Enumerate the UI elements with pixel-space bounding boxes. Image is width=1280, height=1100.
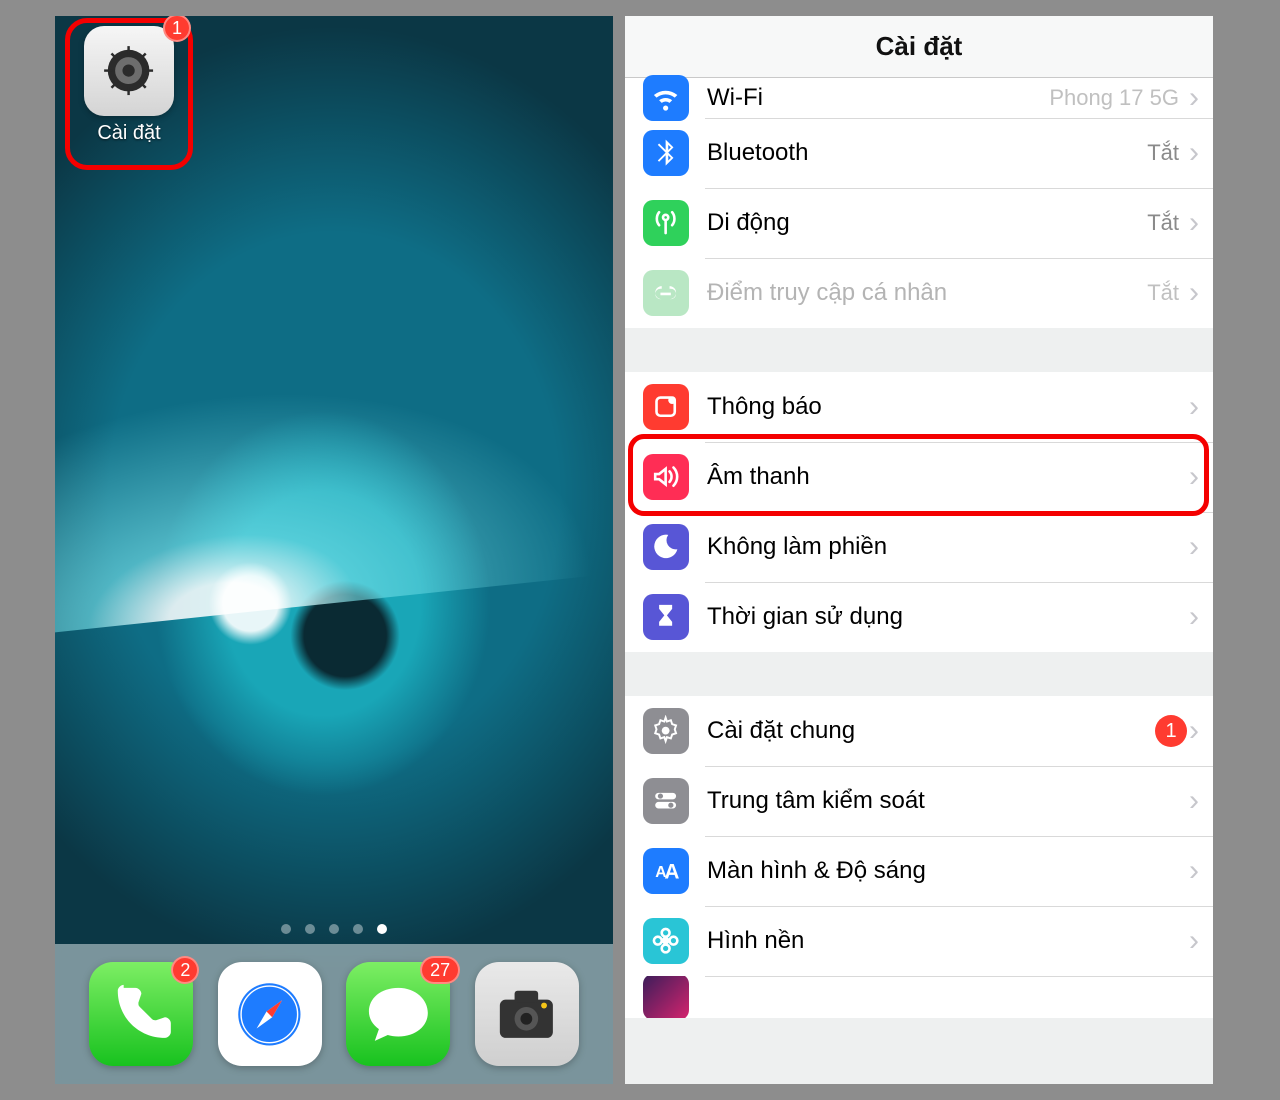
- dock: 2 27: [55, 944, 613, 1084]
- cellular-icon: [643, 200, 689, 246]
- row-sounds[interactable]: Âm thanh ›: [625, 442, 1213, 512]
- safari-icon: [218, 962, 322, 1066]
- flower-icon: [643, 918, 689, 964]
- row-wifi[interactable]: Wi-Fi Phong 17 5G ›: [625, 78, 1213, 118]
- dock-camera[interactable]: [475, 962, 579, 1066]
- chevron-right-icon: ›: [1187, 81, 1213, 115]
- row-label: Thông báo: [707, 393, 822, 421]
- bluetooth-icon: [643, 130, 689, 176]
- hotspot-icon: [643, 270, 689, 316]
- dock-phone[interactable]: 2: [89, 962, 193, 1066]
- group-network: Wi-Fi Phong 17 5G › Bluetooth Tắt › Di đ…: [625, 78, 1213, 328]
- chevron-right-icon: ›: [1187, 206, 1213, 240]
- homescreen-pane: Cài đặt 1 2 27: [55, 16, 625, 1084]
- row-label: Màn hình & Độ sáng: [707, 857, 926, 885]
- wifi-icon: [643, 75, 689, 121]
- settings-app-label: Cài đặt: [75, 122, 183, 145]
- row-wallpaper[interactable]: Hình nền ›: [625, 906, 1213, 976]
- row-value: Phong 17 5G: [1049, 85, 1187, 111]
- camera-icon: [475, 962, 579, 1066]
- row-dnd[interactable]: Không làm phiền ›: [625, 512, 1213, 582]
- row-display[interactable]: AA Màn hình & Độ sáng ›: [625, 836, 1213, 906]
- chevron-right-icon: ›: [1187, 460, 1213, 494]
- chevron-right-icon: ›: [1187, 854, 1213, 888]
- chevron-right-icon: ›: [1187, 924, 1213, 958]
- settings-pane: Cài đặt Wi-Fi Phong 17 5G › Bluetooth Tắ…: [625, 16, 1213, 1084]
- row-label: Hình nền: [707, 927, 804, 955]
- row-label: Wi-Fi: [707, 84, 763, 112]
- row-control-center[interactable]: Trung tâm kiểm soát ›: [625, 766, 1213, 836]
- settings-title: Cài đặt: [625, 16, 1213, 78]
- group-general: Cài đặt chung 1 › Trung tâm kiểm soát › …: [625, 696, 1213, 1018]
- chevron-right-icon: ›: [1187, 714, 1213, 748]
- row-label: Cài đặt chung: [707, 717, 855, 745]
- chevron-right-icon: ›: [1187, 276, 1213, 310]
- hourglass-icon: [643, 594, 689, 640]
- row-label: Âm thanh: [707, 463, 810, 491]
- chevron-right-icon: ›: [1187, 784, 1213, 818]
- chevron-right-icon: ›: [1187, 390, 1213, 424]
- chevron-right-icon: ›: [1187, 136, 1213, 170]
- row-value: Tắt: [1147, 210, 1187, 236]
- dock-safari[interactable]: [218, 962, 322, 1066]
- row-value: Tắt: [1147, 140, 1187, 166]
- row-label: Bluetooth: [707, 139, 808, 167]
- row-value: Tắt: [1147, 280, 1187, 306]
- row-label: Di động: [707, 209, 790, 237]
- page-indicator[interactable]: [55, 924, 613, 934]
- row-label: Điểm truy cập cá nhân: [707, 279, 947, 307]
- gear-icon: [643, 708, 689, 754]
- row-bluetooth[interactable]: Bluetooth Tắt ›: [625, 118, 1213, 188]
- chevron-right-icon: ›: [1187, 600, 1213, 634]
- display-icon: AA: [643, 848, 689, 894]
- row-label: Trung tâm kiểm soát: [707, 787, 925, 815]
- row-partial-bottom[interactable]: [625, 976, 1213, 1018]
- sounds-icon: [643, 454, 689, 500]
- row-general[interactable]: Cài đặt chung 1 ›: [625, 696, 1213, 766]
- row-cellular[interactable]: Di động Tắt ›: [625, 188, 1213, 258]
- toggles-icon: [643, 778, 689, 824]
- siri-icon: [643, 976, 689, 1018]
- row-label: Thời gian sử dụng: [707, 603, 903, 631]
- notifications-icon: [643, 384, 689, 430]
- chevron-right-icon: ›: [1187, 530, 1213, 564]
- settings-gear-icon: [84, 26, 174, 116]
- dock-messages[interactable]: 27: [346, 962, 450, 1066]
- phone-badge: 2: [171, 956, 199, 984]
- moon-icon: [643, 524, 689, 570]
- general-badge: 1: [1155, 715, 1187, 747]
- row-screentime[interactable]: Thời gian sử dụng ›: [625, 582, 1213, 652]
- messages-badge: 27: [420, 956, 460, 984]
- row-hotspot[interactable]: Điểm truy cập cá nhân Tắt ›: [625, 258, 1213, 328]
- row-label: Không làm phiền: [707, 533, 887, 561]
- settings-app[interactable]: Cài đặt: [75, 26, 183, 145]
- svg-text:A: A: [665, 861, 680, 884]
- group-notify: Thông báo › Âm thanh › Không làm phiền ›: [625, 372, 1213, 652]
- row-notifications[interactable]: Thông báo ›: [625, 372, 1213, 442]
